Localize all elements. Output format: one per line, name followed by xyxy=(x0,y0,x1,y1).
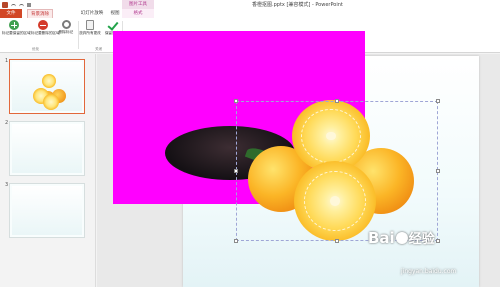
delete-mark-icon xyxy=(61,20,71,29)
save-icon[interactable] xyxy=(2,1,8,8)
picture-tools-label: 图片工具 xyxy=(122,0,154,9)
delete-mark-label: 删除标记 xyxy=(58,30,74,34)
slide-thumbnail-2[interactable] xyxy=(9,121,85,176)
ribbon-tabs: 文件 背景消除 幻灯片放映 视图 格式 xyxy=(0,9,500,18)
baidu-watermark: Bai 经验 xyxy=(368,228,435,247)
discard-all-changes-button[interactable]: 放弃所有更改 xyxy=(78,20,102,36)
thumbnail-orange xyxy=(43,94,59,110)
title-bar: 图片工具 香橙抠图.pptx [兼容模式] - PowerPoint xyxy=(0,0,500,9)
tab-view[interactable]: 视图 xyxy=(108,9,122,18)
slide-number: 2 xyxy=(5,120,9,126)
slide-number: 3 xyxy=(5,182,9,188)
window-title: 香橙抠图.pptx [兼容模式] - PowerPoint xyxy=(252,2,343,8)
keep-area-selection[interactable] xyxy=(236,101,438,241)
redo-icon[interactable] xyxy=(19,3,24,8)
thumbnail-orange xyxy=(42,74,56,88)
mark-areas-to-keep-button[interactable]: 标记要保留的区域 xyxy=(2,20,31,36)
thumbnail-background xyxy=(12,186,82,235)
resize-handle[interactable] xyxy=(436,239,440,243)
mark-areas-to-remove-button[interactable]: 标记要删除的区域 xyxy=(31,20,60,36)
slide-thumbnail-pane: 1 2 3 xyxy=(0,54,96,287)
paw-icon xyxy=(395,232,408,244)
tab-format[interactable]: 格式 xyxy=(122,9,154,18)
discard-icon xyxy=(86,20,94,30)
discard-label: 放弃所有更改 xyxy=(79,31,101,35)
slide-thumbnail-1[interactable] xyxy=(9,59,85,114)
resize-handle[interactable] xyxy=(234,169,238,173)
tab-background-removal[interactable]: 背景消除 xyxy=(27,9,53,18)
resize-handle[interactable] xyxy=(234,239,238,243)
quick-access-toolbar xyxy=(2,1,31,8)
mark-keep-label: 标记要保留的区域 xyxy=(2,31,31,35)
resize-handle[interactable] xyxy=(234,99,238,103)
delete-mark-button[interactable]: 删除标记 xyxy=(54,20,78,35)
plus-icon xyxy=(9,20,19,30)
optimize-group-label: 优化 xyxy=(32,47,40,51)
resize-handle[interactable] xyxy=(335,239,339,243)
undo-icon[interactable] xyxy=(11,3,16,8)
resize-handle[interactable] xyxy=(335,99,339,103)
thumbnail-background xyxy=(12,124,82,173)
watermark-url: jingyan.baidu.com xyxy=(401,268,457,275)
tab-slideshow[interactable]: 幻灯片放映 xyxy=(78,9,106,18)
resize-handle[interactable] xyxy=(436,169,440,173)
close-group-label: 关闭 xyxy=(95,47,103,51)
tab-file[interactable]: 文件 xyxy=(0,9,22,18)
slide-thumbnail-3[interactable] xyxy=(9,183,85,238)
minus-icon xyxy=(38,20,48,30)
slide-number: 1 xyxy=(5,58,9,64)
watermark-brand-left: Bai xyxy=(368,229,395,247)
checkmark-icon xyxy=(107,20,117,30)
watermark-brand-right: 经验 xyxy=(408,232,435,247)
mark-remove-label: 标记要删除的区域 xyxy=(31,31,60,35)
customize-qat-icon[interactable] xyxy=(27,2,31,7)
resize-handle[interactable] xyxy=(436,99,440,103)
